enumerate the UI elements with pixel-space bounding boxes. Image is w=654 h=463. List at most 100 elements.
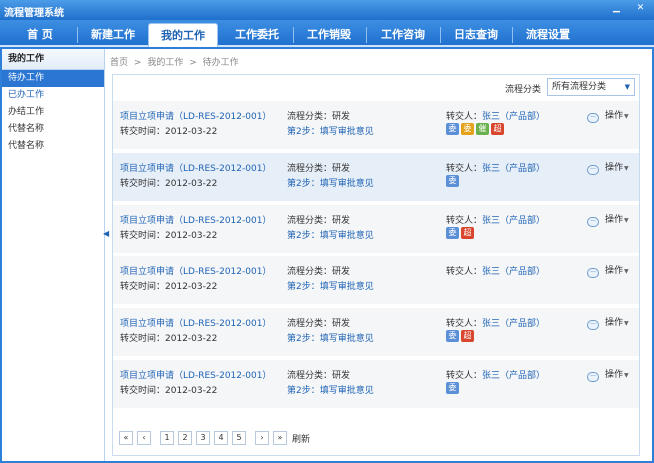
sidebar-item-done[interactable]: 已办工作 — [2, 87, 104, 104]
page-button-5[interactable]: 5 — [232, 431, 246, 445]
category-filter-label: 流程分类 — [504, 85, 541, 95]
breadcrumb: 首页 > 我的工作 > 待办工作 — [110, 55, 242, 68]
page-button-3[interactable]: 3 — [196, 431, 210, 445]
close-icon[interactable]: ✕ — [634, 3, 647, 15]
transfer-label: 转交人： — [446, 371, 483, 381]
transfer-person[interactable]: 张三（产品部） — [482, 371, 545, 381]
page-button-1[interactable]: 1 — [160, 431, 174, 445]
work-item-time: 转交时间：2012-03-22 — [120, 124, 217, 137]
operation-menu-button[interactable]: ··· 操作▼ — [587, 160, 629, 175]
sidebar-item-finished[interactable]: 办结工作 — [2, 104, 104, 121]
operation-label: 操作 — [605, 163, 624, 173]
sidebar-item-pending[interactable]: 待办工作 — [2, 70, 104, 87]
operation-label: 操作 — [605, 111, 624, 121]
tab-new-work[interactable]: 新建工作 — [78, 23, 148, 47]
page-button-4[interactable]: 4 — [214, 431, 228, 445]
first-page-button[interactable]: « — [119, 431, 133, 445]
work-item-transfer: 转交人：张三（产品部） — [446, 368, 545, 381]
work-item-time: 转交时间：2012-03-22 — [120, 383, 217, 396]
time-label: 转交时间： — [120, 334, 166, 344]
category-select[interactable]: 所有流程分类 ▼ — [547, 78, 635, 96]
last-page-button[interactable]: » — [273, 431, 287, 445]
work-item-row[interactable]: 项目立项申请（LD-RES-2012-001） 转交时间：2012-03-22 流程… — [113, 153, 639, 201]
breadcrumb-current: 待办工作 — [202, 58, 239, 68]
tab-my-work[interactable]: 我的工作 — [148, 23, 218, 47]
work-item-row[interactable]: 项目立项申请（LD-RES-2012-001） 转交时间：2012-03-22 流程… — [113, 360, 639, 408]
tab-consult[interactable]: 工作咨询 — [368, 23, 438, 47]
transfer-person[interactable]: 张三（产品部） — [482, 267, 545, 277]
work-item-title[interactable]: 项目立项申请（LD-RES-2012-001） — [120, 316, 271, 329]
sidebar: 我的工作 待办工作 已办工作 办结工作 代替名称 代替名称 — [2, 49, 105, 461]
next-page-button[interactable]: › — [255, 431, 269, 445]
work-item-title[interactable]: 项目立项申请（LD-RES-2012-001） — [120, 213, 271, 226]
breadcrumb-my-work[interactable]: 我的工作 — [147, 58, 183, 68]
status-badge[interactable]: 委 — [461, 123, 474, 135]
tab-log-query[interactable]: 日志查询 — [441, 23, 511, 47]
chevron-down-icon: ▼ — [624, 268, 629, 275]
transfer-person[interactable]: 张三（产品部） — [482, 216, 545, 226]
status-badge[interactable]: 委 — [446, 175, 459, 187]
sidebar-item-placeholder-2[interactable]: 代替名称 — [2, 138, 104, 155]
transfer-label: 转交人： — [446, 319, 483, 329]
sidebar-item-placeholder-1[interactable]: 代替名称 — [2, 121, 104, 138]
work-item-step[interactable]: 第2步：填写审批意见 — [287, 124, 374, 137]
work-item-transfer: 转交人：张三（产品部） — [446, 161, 545, 174]
tab-divider — [366, 27, 367, 43]
work-item-title[interactable]: 项目立项申请（LD-RES-2012-001） — [120, 161, 271, 174]
work-item-category: 流程分类：研发 — [287, 371, 351, 381]
time-value: 2012-03-22 — [165, 386, 218, 396]
operation-menu-button[interactable]: ··· 操作▼ — [587, 263, 629, 278]
chevron-down-icon: ▼ — [624, 372, 629, 379]
work-item-step[interactable]: 第2步：填写审批意见 — [287, 228, 374, 241]
work-item-title[interactable]: 项目立项申请（LD-RES-2012-001） — [120, 109, 271, 122]
status-badge[interactable]: 超 — [461, 330, 474, 342]
work-item-step[interactable]: 第2步：填写审批意见 — [287, 383, 374, 396]
work-item-row[interactable]: 项目立项申请（LD-RES-2012-001） 转交时间：2012-03-22 流程… — [113, 101, 639, 149]
time-value: 2012-03-22 — [165, 282, 218, 292]
work-list-panel: 流程分类 所有流程分类 ▼ 项目立项申请（LD-RES-2012-001） 转交时… — [112, 74, 640, 456]
status-badge[interactable]: 超 — [491, 123, 504, 135]
work-item-step[interactable]: 第2步：填写审批意见 — [287, 331, 374, 344]
collapse-sidebar-icon[interactable]: ◀ — [103, 229, 109, 239]
operation-menu-button[interactable]: ··· 操作▼ — [587, 315, 629, 330]
refresh-button[interactable]: 刷新 — [292, 432, 310, 445]
operation-menu-button[interactable]: ··· 操作▼ — [587, 108, 629, 123]
status-badge[interactable]: 委 — [446, 227, 459, 239]
work-item-row[interactable]: 项目立项申请（LD-RES-2012-001） 转交时间：2012-03-22 流程… — [113, 308, 639, 356]
app-window: 流程管理系统 ▁ ✕ 首 页 新建工作 我的工作 工作委托 工作销毁 工作咨询 … — [0, 0, 654, 463]
tab-home[interactable]: 首 页 — [5, 23, 75, 47]
status-badge[interactable]: 超 — [461, 227, 474, 239]
work-item-row[interactable]: 项目立项申请（LD-RES-2012-001） 转交时间：2012-03-22 流程… — [113, 205, 639, 253]
operation-menu-button[interactable]: ··· 操作▼ — [587, 367, 629, 382]
minimize-icon[interactable]: ▁ — [610, 3, 623, 15]
transfer-person[interactable]: 张三（产品部） — [482, 319, 545, 329]
status-badge[interactable]: 委 — [446, 330, 459, 342]
tab-delegate[interactable]: 工作委托 — [222, 23, 292, 47]
work-item-row[interactable]: 项目立项申请（LD-RES-2012-001） 转交时间：2012-03-22 流程… — [113, 256, 639, 304]
work-item-title[interactable]: 项目立项申请（LD-RES-2012-001） — [120, 368, 271, 381]
status-badge[interactable]: 催 — [476, 123, 489, 135]
badge-group: 委 — [446, 175, 461, 187]
prev-page-button[interactable]: ‹ — [137, 431, 151, 445]
operation-label: 操作 — [605, 215, 624, 225]
status-badge[interactable]: 委 — [446, 382, 459, 394]
operation-menu-button[interactable]: ··· 操作▼ — [587, 212, 629, 227]
transfer-person[interactable]: 张三（产品部） — [482, 164, 545, 174]
tab-destroy[interactable]: 工作销毁 — [294, 23, 364, 47]
tab-process-settings[interactable]: 流程设置 — [513, 23, 583, 47]
status-badge[interactable]: 委 — [446, 123, 459, 135]
transfer-label: 转交人： — [446, 112, 483, 122]
breadcrumb-separator: > — [189, 58, 197, 68]
work-item-step[interactable]: 第2步：填写审批意见 — [287, 279, 374, 292]
work-item-transfer: 转交人：张三（产品部） — [446, 213, 545, 226]
work-item-step[interactable]: 第2步：填写审批意见 — [287, 176, 374, 189]
transfer-label: 转交人： — [446, 267, 483, 277]
work-item-category: 流程分类：研发 — [287, 216, 351, 226]
badge-group: 委超 — [446, 227, 476, 239]
work-item-title[interactable]: 项目立项申请（LD-RES-2012-001） — [120, 264, 271, 277]
sidebar-title: 我的工作 — [2, 49, 104, 70]
transfer-person[interactable]: 张三（产品部） — [482, 112, 545, 122]
breadcrumb-home[interactable]: 首页 — [110, 58, 128, 68]
page-button-2[interactable]: 2 — [178, 431, 192, 445]
work-item-transfer: 转交人：张三（产品部） — [446, 264, 545, 277]
